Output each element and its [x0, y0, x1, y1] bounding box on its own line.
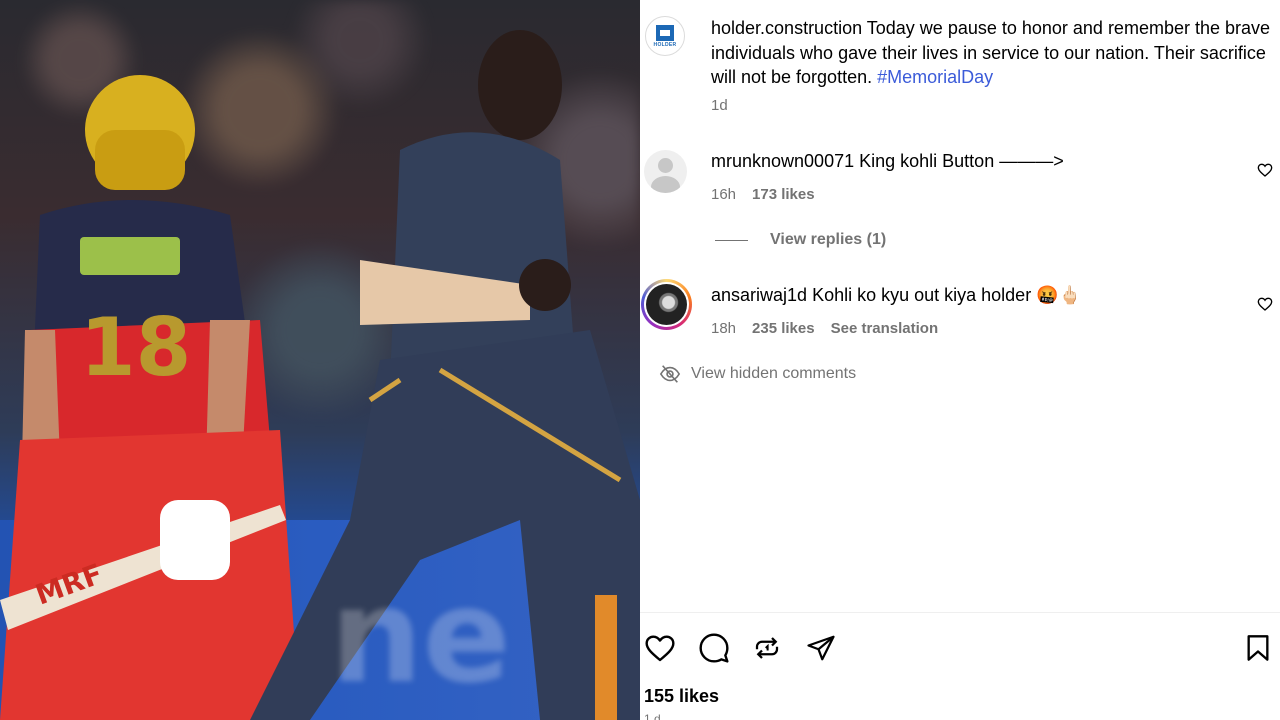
comment-time[interactable]: 18h: [711, 320, 736, 337]
avatar-ring-inner: [644, 282, 689, 327]
post-image[interactable]: 18 MRF ne: [0, 0, 640, 720]
avatar-brand-text: HOLDER: [653, 41, 677, 48]
view-hidden-comments-label: View hidden comments: [691, 365, 857, 382]
post-detail-panel: HOLDER holder.construction Today we paus…: [640, 0, 1280, 720]
comment-likes[interactable]: 235 likes: [752, 320, 815, 337]
view-hidden-comments-button[interactable]: View hidden comments: [659, 363, 856, 385]
comment-2-meta: 18h 235 likes See translation: [711, 320, 938, 337]
comment-2: ansariwaj1d Kohli ko kyu out kiya holder…: [711, 283, 1081, 307]
comment-icon: [699, 633, 729, 663]
action-bar: [640, 630, 1280, 666]
post-likes-count[interactable]: 155 likes: [644, 686, 719, 707]
repost-icon: [755, 637, 779, 659]
holder-logo-icon: [656, 24, 674, 41]
avatar-photo: [646, 284, 687, 325]
hashtag-link[interactable]: #MemorialDay: [877, 67, 993, 87]
author-avatar[interactable]: HOLDER: [645, 16, 685, 56]
author-username[interactable]: holder.construction: [711, 18, 862, 38]
default-avatar-body: [651, 176, 680, 193]
caption-timestamp[interactable]: 1d: [711, 97, 728, 114]
like-button[interactable]: [642, 630, 678, 666]
actions-divider: [640, 612, 1280, 613]
comment-like-heart-icon[interactable]: [1257, 162, 1273, 178]
bookmark-icon: [1247, 635, 1269, 661]
comment-avatar-story-ring[interactable]: [641, 279, 692, 330]
comment-1: mrunknown00071 King kohli Button ———>: [711, 149, 1064, 173]
comment-button[interactable]: [696, 630, 732, 666]
comment-body: King kohli Button ———>: [854, 151, 1064, 171]
repost-button[interactable]: [749, 630, 785, 666]
default-avatar-head: [658, 158, 673, 173]
view-replies-button[interactable]: View replies (1): [715, 231, 886, 249]
svg-text:18: 18: [80, 301, 191, 394]
players-illustration: 18 MRF: [0, 30, 640, 720]
comment-1-meta: 16h 173 likes: [711, 186, 815, 203]
comment-time[interactable]: 16h: [711, 186, 736, 203]
post-timestamp: 1 d: [644, 712, 661, 720]
heart-icon: [645, 635, 675, 662]
comment-username[interactable]: ansariwaj1d: [711, 285, 807, 305]
view-replies-label: View replies (1): [770, 231, 887, 248]
see-translation-link[interactable]: See translation: [831, 320, 939, 337]
comment-body: Kohli ko kyu out kiya holder 🤬🖕🏻: [807, 285, 1082, 305]
comment-likes[interactable]: 173 likes: [752, 186, 815, 203]
comment-username[interactable]: mrunknown00071: [711, 151, 854, 171]
eye-slash-icon: [659, 365, 681, 383]
comment-avatar[interactable]: [644, 150, 687, 193]
save-button[interactable]: [1240, 630, 1276, 666]
send-icon: [807, 635, 835, 661]
board-text: ne: [330, 560, 511, 712]
share-button[interactable]: [803, 630, 839, 666]
comment-like-heart-icon[interactable]: [1257, 296, 1273, 312]
post-caption: holder.construction Today we pause to ho…: [711, 16, 1277, 90]
replies-divider-line: [715, 239, 748, 241]
